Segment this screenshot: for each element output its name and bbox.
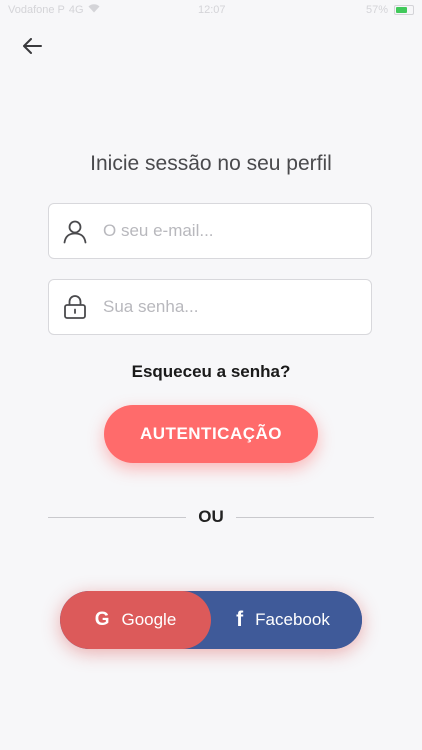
password-input[interactable] [101,279,371,335]
arrow-left-icon [22,37,42,59]
status-right: 57% [366,4,414,16]
carrier-label: Vodafone P [8,4,65,16]
social-login-group: f Facebook G Google [60,591,362,649]
password-field[interactable] [48,279,372,335]
or-separator-label: OU [198,507,224,526]
email-field[interactable] [48,203,372,259]
lock-icon [49,294,101,320]
facebook-label: Facebook [255,610,330,629]
user-icon [49,218,101,244]
status-left: Vodafone P 4G [8,4,100,16]
google-icon: G [94,609,110,630]
page-title: Inicie sessão no seu perfil [90,152,332,175]
forgot-password-link[interactable]: Esqueceu a senha? [0,362,422,382]
facebook-icon: f [236,608,244,631]
battery-percent: 57% [365,4,388,16]
facebook-login-button[interactable]: f Facebook [196,591,362,649]
divider-left [48,517,186,518]
status-time: 12:07 [198,4,226,16]
network-label: 4G [68,4,84,16]
status-bar: Vodafone P 4G 12:07 57% [0,0,422,22]
login-button[interactable]: AUTENTICAÇÃO [104,405,318,463]
google-label: Google [121,610,177,629]
back-button[interactable] [18,34,46,62]
divider-right [236,517,374,518]
email-input[interactable] [101,203,371,259]
wifi-icon [88,4,100,16]
battery-icon [394,5,414,15]
google-login-button[interactable]: G Google [60,591,211,649]
